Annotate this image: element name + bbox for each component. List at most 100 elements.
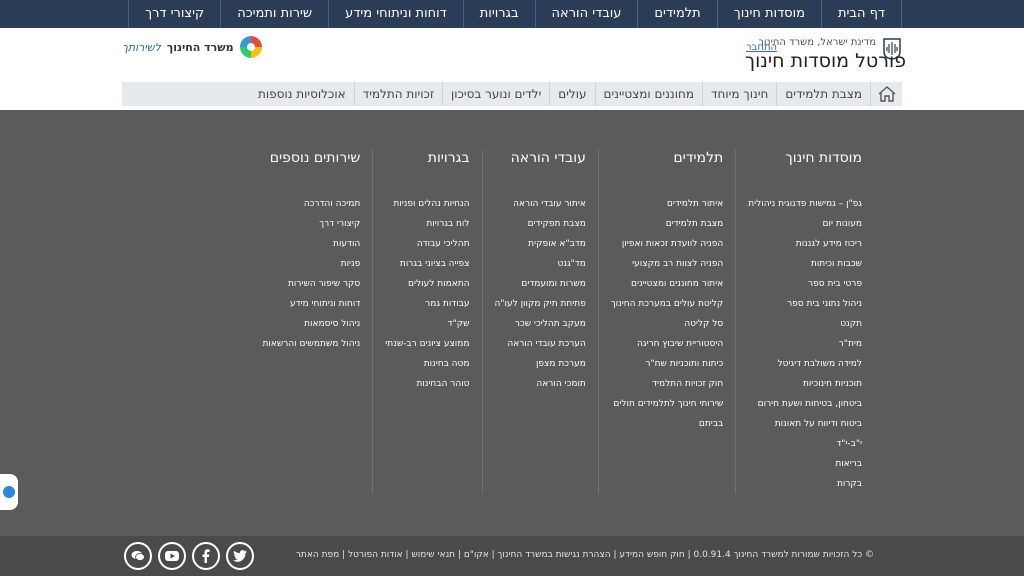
home-icon (878, 86, 895, 102)
youtube-icon (165, 551, 179, 561)
youtube-button[interactable] (158, 542, 186, 570)
accessibility-icon (3, 486, 15, 498)
column-institutions: מוסדות חינוך גפ"ן – גמישות פדגוגית ניהול… (735, 150, 874, 494)
column-link[interactable]: בביתם (611, 414, 723, 434)
chat-icon (131, 551, 145, 561)
column-link[interactable]: קליטת עולים במערכת החינוך (611, 294, 723, 314)
subnav-youth-at-risk[interactable]: ילדים ונוער בסיכון (442, 82, 549, 106)
column-link[interactable]: חוק זכויות התלמיד (611, 374, 723, 394)
column-matriculation: בגרויות הנחיות נהלים ופניות לוח בגרויות … (372, 150, 481, 494)
column-link[interactable]: הערכת עובדי הוראה (495, 334, 586, 354)
topnav-support[interactable]: שירות ותמיכה (220, 0, 328, 28)
column-link[interactable]: ריכוז מידע לגננות (748, 234, 862, 254)
column-title: עובדי הוראה (510, 150, 586, 166)
column-link[interactable]: מטה בחינות (385, 354, 470, 374)
column-title: תלמידים (673, 150, 724, 166)
ministry-name: משרד החינוך (166, 40, 234, 54)
column-link[interactable]: מערכת מצפן (495, 354, 586, 374)
column-link[interactable]: בקרות (748, 474, 862, 494)
column-link[interactable]: משרות ומועמדים (495, 274, 585, 294)
column-link[interactable]: התאמות לעולים (385, 274, 469, 294)
sub-navigation: מצבת תלמידים חינוך מיוחד מחוננים ומצטיינ… (122, 82, 902, 106)
column-link[interactable]: מדב"א אופקית (495, 234, 586, 254)
column-link[interactable]: הודעות (262, 234, 360, 254)
column-link[interactable]: דוחות וניתוחי מידע (262, 294, 360, 314)
column-link[interactable]: שכבות וכיתות (748, 254, 862, 274)
column-link[interactable]: מעונות יום (748, 214, 862, 234)
ministry-logo[interactable]: משרד החינוך לשירותך (122, 36, 262, 58)
column-link[interactable]: ניהול נתוני בית ספר (748, 294, 862, 314)
facebook-icon (202, 549, 210, 563)
column-link[interactable]: ניהול סיסמאות (262, 314, 360, 334)
subnav-immigrants[interactable]: עולים (549, 82, 594, 106)
column-link[interactable]: הנחיות נהלים ופניות (385, 194, 469, 214)
column-link[interactable]: תקנט (748, 314, 862, 334)
column-link[interactable]: שק"ד (385, 314, 470, 334)
topnav-teachers[interactable]: עובדי הוראה (534, 0, 638, 28)
chat-button[interactable] (124, 542, 152, 570)
site-header: מדינת ישראל, משרד החינוך פורטל מוסדות חי… (0, 28, 1024, 82)
column-link[interactable]: תמיכה והדרכה (262, 194, 361, 214)
topnav-matriculation[interactable]: בגרויות (462, 0, 535, 28)
column-link[interactable]: למידה משולבת דיגיטל (748, 354, 862, 374)
column-link[interactable]: פרטי בית ספר (748, 274, 862, 294)
column-link[interactable]: מד"גנט (495, 254, 586, 274)
column-link[interactable]: קיצורי דרך (262, 214, 360, 234)
topnav-students[interactable]: תלמידים (637, 0, 716, 28)
column-link[interactable]: איתור עובדי הוראה (495, 194, 586, 214)
facebook-button[interactable] (192, 542, 220, 570)
column-link[interactable]: שירותי חינוך לתלמידים חולים (611, 394, 723, 414)
column-more-services: שירותים נוספים תמיכה והדרכה קיצורי דרך ה… (250, 150, 372, 494)
column-link[interactable]: פניות (262, 254, 361, 274)
column-link[interactable]: ביטחון, בטיחות ושעת חירום (748, 394, 862, 414)
subnav-other-populations[interactable]: אוכלוסיות נוספות (250, 82, 354, 106)
column-link[interactable]: צפייה בציוני בגרות (385, 254, 470, 274)
subnav-special-education[interactable]: חינוך מיוחד (701, 82, 776, 106)
column-link[interactable]: מצבת תפקידים (495, 214, 586, 234)
topnav-institutions[interactable]: מוסדות חינוך (716, 0, 821, 28)
topnav-shortcuts[interactable]: קיצורי דרך (128, 0, 220, 28)
column-link[interactable]: בריאות (748, 454, 862, 474)
subnav-student-rights[interactable]: זכויות התלמיד (353, 82, 442, 106)
column-teachers: עובדי הוראה איתור עובדי הוראה מצבת תפקיד… (481, 150, 598, 494)
column-link[interactable]: תומכי הוראה (495, 374, 585, 394)
top-navigation: דף הבית מוסדות חינוך תלמידים עובדי הוראה… (0, 0, 1024, 28)
subnav-students-roster[interactable]: מצבת תלמידים (776, 82, 870, 106)
column-link[interactable]: סקר שיפור השירות (262, 274, 360, 294)
topnav-reports[interactable]: דוחות וניתוחי מידע (328, 0, 463, 28)
home-button[interactable] (870, 82, 902, 106)
copyright-icon: © (865, 550, 874, 560)
column-link[interactable]: הפניה לוועדת זכאות ואפיון (611, 234, 723, 254)
column-link[interactable]: מית"ר (748, 334, 862, 354)
twitter-button[interactable] (226, 542, 254, 570)
main-area: מוסדות חינוך גפ"ן – גמישות פדגוגית ניהול… (0, 110, 1024, 536)
column-link[interactable]: עבודות גמר (385, 294, 469, 314)
login-link[interactable]: התחבר (746, 42, 777, 53)
top-navigation-items: דף הבית מוסדות חינוך תלמידים עובדי הוראה… (122, 0, 902, 28)
column-link[interactable]: כיתות ותוכניות שח"ר (611, 354, 723, 374)
column-link[interactable]: תוכניות חינוכיות (748, 374, 862, 394)
column-link[interactable]: פתיחת תיק מקוון לעו"ה (495, 294, 586, 314)
column-link[interactable]: ביטוח ודיווח על תאונות (748, 414, 862, 434)
column-link[interactable]: ניהול משתמשים והרשאות (262, 334, 360, 354)
column-link[interactable]: לוח בגרויות (385, 214, 469, 234)
column-link[interactable]: מעקב תהליכי שכר (495, 314, 586, 334)
column-link[interactable]: הפניה לצוות רב מקצועי (611, 254, 723, 274)
topnav-home[interactable]: דף הבית (820, 0, 902, 28)
twitter-icon (233, 550, 247, 562)
footer-links[interactable]: כל הזכויות שמורות למשרד החינוך 0.0.91.4 … (296, 550, 862, 560)
link-columns: מוסדות חינוך גפ"ן – גמישות פדגוגית ניהול… (250, 150, 874, 494)
accessibility-tab[interactable] (0, 474, 18, 510)
column-link[interactable]: י"ב-י"ד (748, 434, 862, 454)
site-footer: © כל הזכויות שמורות למשרד החינוך 0.0.91.… (0, 536, 1024, 576)
column-link[interactable]: איתור מחוננים ומצטיינים (611, 274, 723, 294)
column-link[interactable]: גפ"ן – גמישות פדגוגית ניהולית (748, 194, 862, 214)
column-link[interactable]: טוהר הבחינות (385, 374, 469, 394)
column-link[interactable]: סל קליטה (611, 314, 723, 334)
column-link[interactable]: היסטוריית שיבוץ חריגה (611, 334, 723, 354)
column-link[interactable]: מצבת תלמידים (611, 214, 724, 234)
column-link[interactable]: איתור תלמידים (611, 194, 723, 214)
subnav-gifted[interactable]: מחוננים ומצטיינים (594, 82, 702, 106)
column-link[interactable]: ממוצע ציונים רב-שנתי (385, 334, 469, 354)
column-link[interactable]: תהליכי עבודה (385, 234, 470, 254)
